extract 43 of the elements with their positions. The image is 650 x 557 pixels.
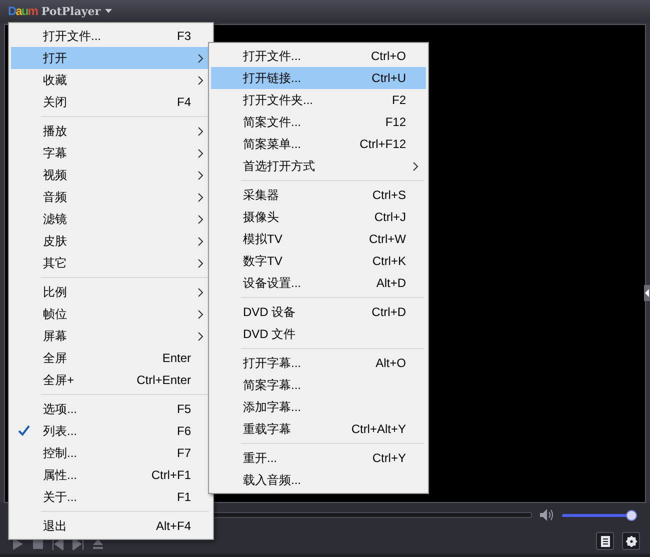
menu-item[interactable]: 模拟TV Ctrl+W [211, 228, 426, 250]
menu-item[interactable]: 载入音频... [211, 469, 426, 491]
menu-item[interactable]: 视频 [11, 164, 211, 186]
menu-item[interactable]: 播放 [11, 120, 211, 142]
menu-item[interactable]: 设备设置... Alt+D [211, 272, 426, 294]
menu-item[interactable]: 皮肤 [11, 230, 211, 252]
menu-item[interactable]: DVD 文件 [211, 323, 426, 345]
menu-item[interactable]: 打开 [11, 47, 211, 69]
menu-item[interactable]: 打开文件夹... F2 [211, 89, 426, 111]
menu-item[interactable]: 数字TV Ctrl+K [211, 250, 426, 272]
menu-item[interactable]: 重载字幕 Ctrl+Alt+Y [211, 418, 426, 440]
menu-item[interactable]: 简案菜单... Ctrl+F12 [211, 133, 426, 155]
menu-item[interactable]: 比例 [11, 281, 211, 303]
menu-item[interactable]: 字幕 [11, 142, 211, 164]
menu-item[interactable]: DVD 设备 Ctrl+D [211, 301, 426, 323]
menu-item[interactable]: 打开链接... Ctrl+U [211, 67, 426, 89]
menu-item[interactable]: 全屏+ Ctrl+Enter [11, 369, 211, 391]
menu-item[interactable]: 音频 [11, 186, 211, 208]
menu-item[interactable]: 简案文件... F12 [211, 111, 426, 133]
menu-item[interactable]: 简案字幕... [211, 374, 426, 396]
menu-item[interactable]: 属性... Ctrl+F1 [11, 464, 211, 486]
menu-item[interactable]: 退出 Alt+F4 [11, 515, 211, 537]
menu-item[interactable]: 滤镜 [11, 208, 211, 230]
menu-item[interactable]: 其它 [11, 252, 211, 274]
menu-item[interactable]: 列表... F6 [11, 420, 211, 442]
menu-item[interactable]: 摄像头 Ctrl+J [211, 206, 426, 228]
menu-item[interactable]: 采集器 Ctrl+S [211, 184, 426, 206]
menu-item[interactable]: 选项... F5 [11, 398, 211, 420]
logo: Daum [8, 4, 38, 18]
menu-item[interactable]: 帧位 [11, 303, 211, 325]
menu-item[interactable]: 关于... F1 [11, 486, 211, 508]
menu-item[interactable]: 控制... F7 [11, 442, 211, 464]
menu-item[interactable]: 首选打开方式 [211, 155, 426, 177]
menu-item[interactable]: 打开字幕... Alt+O [211, 352, 426, 374]
menu-item[interactable]: 重开... Ctrl+Y [211, 447, 426, 469]
menu-item[interactable]: 全屏 Enter [11, 347, 211, 369]
menu-item[interactable]: 添加字幕... [211, 396, 426, 418]
menu-item[interactable]: 关闭 F4 [11, 91, 211, 113]
menu-item[interactable]: 屏幕 [11, 325, 211, 347]
menu-item[interactable]: 打开文件... F3 [11, 25, 211, 47]
menu-item[interactable]: 收藏 [11, 69, 211, 91]
app-title[interactable]: PotPlayer [41, 4, 101, 18]
menu-item[interactable]: 打开文件... Ctrl+O [211, 45, 426, 67]
